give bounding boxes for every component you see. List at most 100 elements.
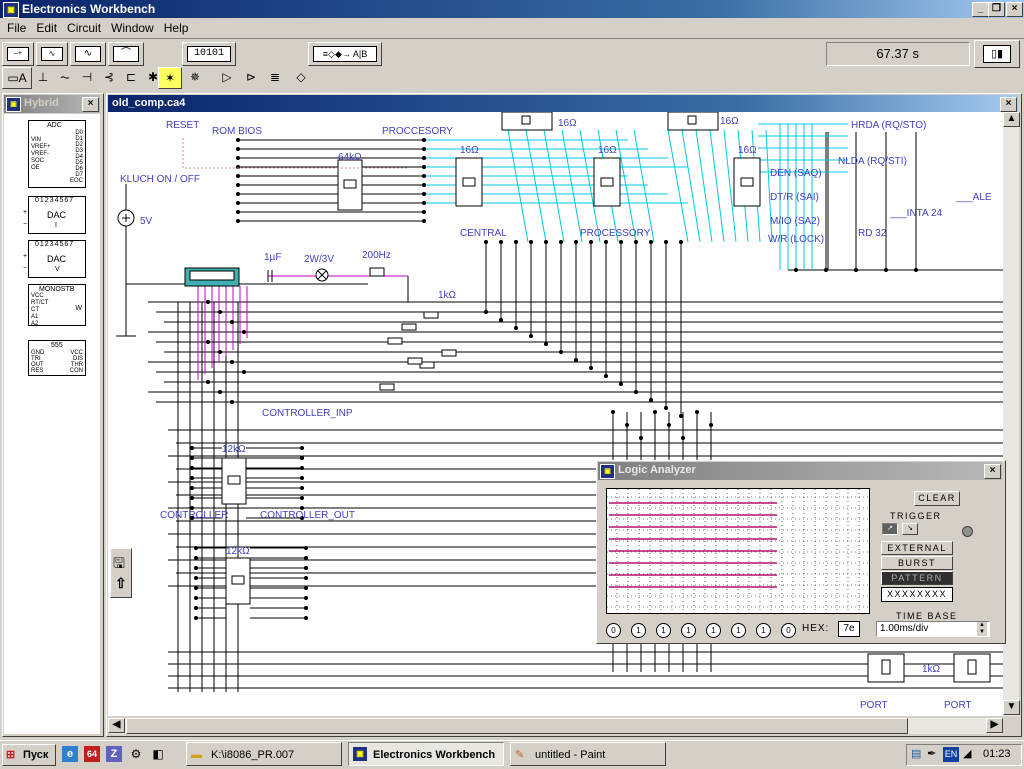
quicklaunch-desktop-icon[interactable]: ◧ — [150, 746, 166, 762]
hex-value: 7e — [838, 621, 860, 637]
close-button[interactable]: × — [1006, 2, 1023, 17]
app-title: Electronics Workbench — [22, 2, 156, 16]
label-16ohm-4: 16Ω — [720, 116, 739, 127]
scroll-up-button[interactable]: ▲ — [1003, 112, 1020, 127]
trigger-label: TRIGGER — [890, 511, 942, 521]
adc-component[interactable]: ADC VIN VREF+ VREF- SOC OE D0 D1 D2 D3 D4 D5 D6 D7 E… — [28, 120, 86, 188]
scroll-down-button[interactable]: ▼ — [1003, 700, 1020, 715]
basic-icon[interactable]: ⏦ — [54, 67, 76, 87]
label-inta: ___INTA 24 — [890, 208, 943, 219]
logic-analyzer-title: Logic Analyzer — [618, 464, 696, 476]
clear-button[interactable]: CLEAR — [914, 491, 960, 506]
label-cap: 1µF — [264, 252, 282, 263]
label-nlda: NLDA (RQ/STI) — [838, 156, 907, 167]
floppy-icon[interactable]: 🖫 — [113, 553, 125, 577]
label-ctrl-out: CONTROLLER_OUT — [260, 510, 356, 521]
bit-indicator-0: 0 — [606, 623, 621, 638]
label-5v: 5V — [140, 216, 153, 227]
label-hrda: HRDA (RQ/STO) — [851, 120, 927, 131]
quicklaunch-ie-icon[interactable]: e — [62, 746, 78, 762]
quicklaunch-tools-icon[interactable]: ⚙ — [128, 746, 144, 762]
logic-gates-icon[interactable]: ▷ — [216, 67, 238, 87]
diodes-icon[interactable]: ⊣ — [76, 67, 98, 87]
tray-volume-icon[interactable]: ◢ — [963, 747, 971, 760]
analog-ic-icon[interactable]: ⊏ — [120, 67, 142, 87]
function-generator-button[interactable]: ∿ — [36, 42, 68, 66]
trigger-rising-button[interactable]: ↗ — [882, 523, 898, 535]
burst-button[interactable]: BURST — [881, 556, 953, 570]
external-button[interactable]: EXTERNAL — [881, 541, 953, 555]
arrow-up-icon[interactable]: ⇧ — [115, 575, 127, 592]
bit-indicator-4: 1 — [706, 623, 721, 638]
menu-window[interactable]: Window — [106, 19, 159, 37]
label-16ohm-2: 16Ω — [460, 145, 479, 156]
word-generator-button[interactable]: 10101 — [182, 42, 236, 66]
task-paint[interactable]: ✎ untitled - Paint — [510, 742, 666, 766]
label-16ohm-5: 16Ω — [738, 145, 757, 156]
oscilloscope-button[interactable]: ∿ — [70, 42, 106, 66]
label-den: DEN (SAQ) — [770, 168, 822, 179]
label-wr: W/R (LOCK) — [768, 234, 825, 245]
bode-plotter-button[interactable]: ⌒ — [108, 42, 144, 66]
pattern-button[interactable]: PATTERN — [881, 571, 953, 585]
system-tray: ▤ ✒ EN ◢ 01:23 — [906, 744, 1022, 766]
label-proccesory: PROCCESORY — [382, 126, 453, 137]
quicklaunch-z-icon[interactable]: Z — [106, 746, 122, 762]
transistors-icon[interactable]: ⊰ — [98, 67, 120, 87]
parts-bin-title-bar: ▣ Hybrid × — [4, 95, 100, 113]
multimeter-button[interactable]: ‒+ — [2, 42, 34, 66]
digital-ic-icon[interactable]: ✵ — [184, 67, 206, 87]
app-icon[interactable]: ▣ — [3, 2, 19, 18]
controls-icon[interactable]: ◇ — [290, 67, 312, 87]
ewb-task-icon: ▣ — [353, 747, 367, 761]
label-ale: ___ALE — [956, 192, 992, 203]
scroll-thumb[interactable] — [126, 718, 908, 734]
app-title-bar: ▣ Electronics Workbench _ ❐ × — [0, 0, 1024, 18]
trigger-falling-button[interactable]: ↘ — [902, 523, 918, 535]
menu-help[interactable]: Help — [159, 19, 194, 37]
indicators-icon[interactable]: ≣ — [264, 67, 286, 87]
label-kluch: KLUCH ON / OFF — [120, 174, 201, 185]
minimize-button[interactable]: _ — [972, 2, 989, 17]
task-folder[interactable]: ▬ K:\i8086_PR.007 — [186, 742, 342, 766]
menu-edit[interactable]: Edit — [31, 19, 62, 37]
menu-file[interactable]: File — [2, 19, 31, 37]
parts-bin-close-button[interactable]: × — [82, 97, 99, 112]
time-base-label: TIME BASE — [896, 611, 958, 621]
menu-circuit[interactable]: Circuit — [62, 19, 106, 37]
power-switch[interactable]: ▯▮ — [974, 40, 1020, 68]
clock: 01:23 — [983, 748, 1011, 760]
pattern-field[interactable]: XXXXXXXX — [881, 587, 953, 602]
horizontal-scrollbar[interactable]: ◀ ▶ — [108, 718, 1003, 734]
paint-icon: ✎ — [515, 749, 525, 761]
scroll-right-button[interactable]: ▶ — [986, 718, 1003, 733]
parts-bin-list: ADC VIN VREF+ VREF- SOC OE D0 D1 D2 D3 D4 D5 D6 D7 E… — [4, 114, 100, 734]
label-rom-bios: ROM BIOS — [212, 126, 263, 137]
spinner-arrows-icon[interactable]: ▲ ▼ — [977, 622, 987, 636]
quicklaunch-64-icon[interactable]: 64 — [84, 746, 100, 762]
language-indicator[interactable]: EN — [943, 747, 959, 762]
parts-toolbar: ▭A ⊥ ⏦ ⊣ ⊰ ⊏ ✱ ✶ ✵ ▷ ⊳ ≣ ◇ — [0, 67, 320, 89]
logic-analyzer-close-button[interactable]: × — [984, 464, 1001, 479]
timer-555-component[interactable]: 555 GND TRI OUT RES VCC DIS THR CON — [28, 340, 86, 376]
restore-button[interactable]: ❐ — [988, 2, 1005, 17]
logic-analyzer-icon: ▣ — [600, 464, 615, 479]
parts-bin-window: ▣ Hybrid × ADC VIN VREF+ VREF- SOC OE D0 D1 D2… — [2, 93, 104, 737]
hybrid-parts-icon[interactable]: ✶ — [158, 67, 182, 89]
folder-icon: ▬ — [191, 749, 202, 761]
task-electronics-workbench[interactable]: ▣ Electronics Workbench — [348, 742, 504, 766]
time-base-spinner[interactable]: 1.00ms/div ▲ ▼ — [876, 621, 990, 637]
sources-icon[interactable]: ⊥ — [32, 67, 54, 87]
scroll-left-button[interactable]: ◀ — [108, 718, 125, 733]
tray-network-icon[interactable]: ▤ — [911, 747, 921, 760]
dac-v-component[interactable]: 01234567 DAC V + − — [23, 240, 86, 278]
circuit-close-button[interactable]: × — [1000, 97, 1017, 112]
logic-converter-button[interactable]: ≡◇◆→ A|B — [308, 42, 382, 66]
dac-i-component[interactable]: 01234567 DAC I + − — [23, 196, 86, 234]
hex-label: HEX: — [802, 623, 830, 634]
tray-pen-icon[interactable]: ✒ — [927, 747, 936, 760]
digital-icon[interactable]: ⊳ — [240, 67, 262, 87]
start-button[interactable]: ⊞ Пуск — [2, 744, 56, 766]
parts-favorites-icon[interactable]: ▭A — [2, 67, 32, 89]
monostable-component[interactable]: MONOSTB VCC RT/CT CT A1 A2 W — [28, 284, 86, 327]
